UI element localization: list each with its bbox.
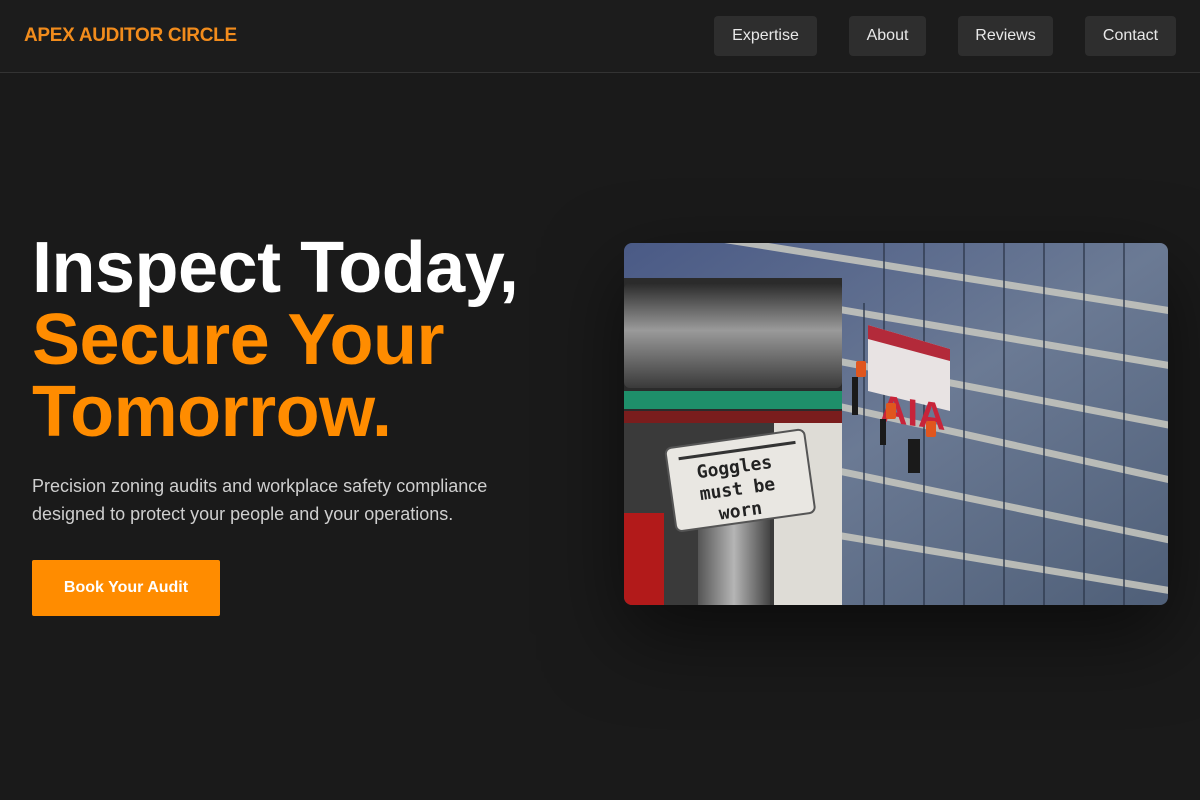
hero-title-line3: Tomorrow. [32,372,392,452]
brand-logo[interactable]: APEX AUDITOR CIRCLE [24,25,237,47]
hero-title-line2: Secure Your [32,300,445,380]
site-header: APEX AUDITOR CIRCLE Expertise About Revi… [0,0,1200,73]
nav-about[interactable]: About [849,16,926,56]
hero-title: Inspect Today, Secure Your Tomorrow. [32,232,592,448]
hero-title-line1: Inspect Today, [32,228,519,308]
hero-subtitle: Precision zoning audits and workplace sa… [32,476,488,524]
nav-expertise[interactable]: Expertise [714,16,817,56]
hero-image: AIA Goggles must be worn [624,243,1168,605]
book-audit-button[interactable]: Book Your Audit [32,560,220,616]
nav-reviews[interactable]: Reviews [958,16,1053,56]
nav-contact[interactable]: Contact [1085,16,1176,56]
